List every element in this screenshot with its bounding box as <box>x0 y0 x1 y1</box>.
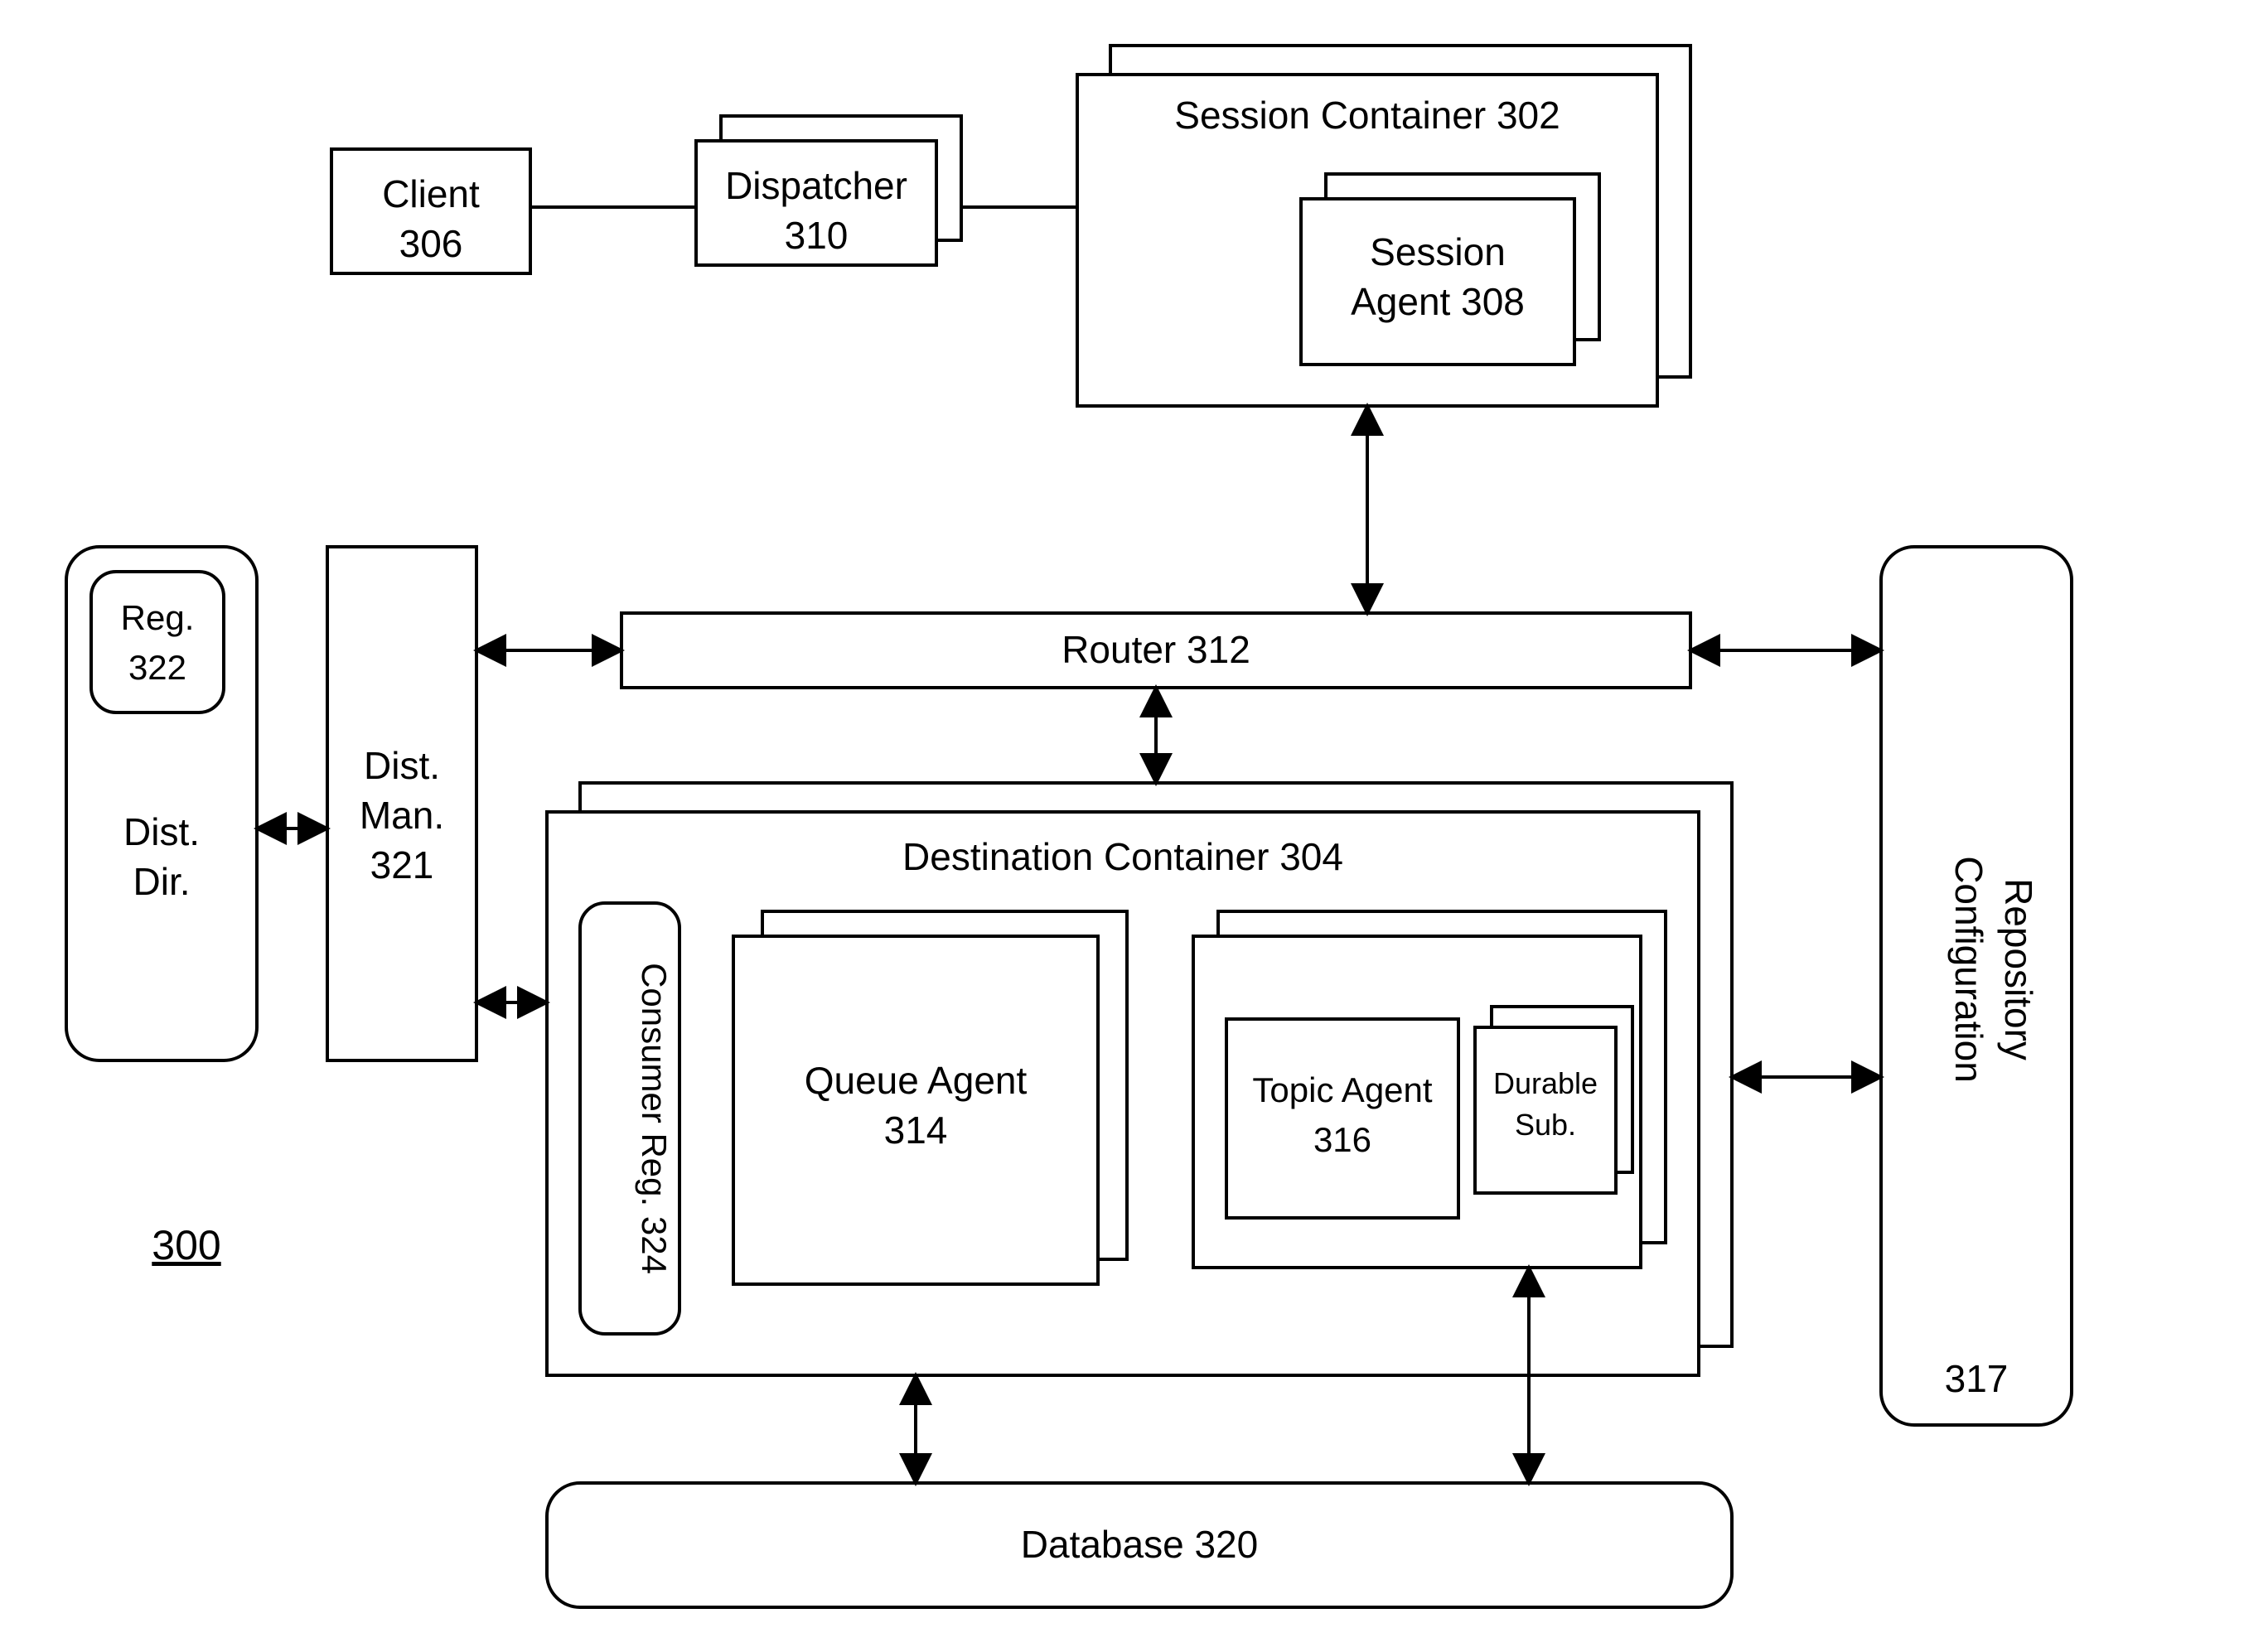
router-label: Router 312 <box>1062 628 1250 671</box>
durable-sub-label2: Sub. <box>1515 1108 1576 1142</box>
session-container-label: Session Container 302 <box>1174 94 1560 137</box>
dispatcher-label: Dispatcher <box>725 164 907 207</box>
dist-man-label3: 321 <box>370 843 434 886</box>
queue-agent-label1: Queue Agent <box>805 1059 1028 1102</box>
config-repo-label1: Configuration <box>1947 856 1990 1083</box>
session-agent-label2: Agent 308 <box>1351 280 1525 323</box>
reg-label2: 322 <box>128 648 186 687</box>
dist-man-label1: Dist. <box>364 744 440 787</box>
config-repo-label2: Repository <box>1997 878 2040 1060</box>
reg-box <box>91 572 224 712</box>
dist-dir-label2: Dir. <box>133 860 191 903</box>
config-repo-number: 317 <box>1945 1357 2009 1400</box>
durable-sub-label1: Durable <box>1493 1066 1598 1100</box>
architecture-diagram: Client 306 Dispatcher 310 Session Contai… <box>0 0 2244 1652</box>
topic-agent-box <box>1226 1019 1458 1218</box>
dist-man-label2: Man. <box>360 794 444 837</box>
topic-agent-label1: Topic Agent <box>1252 1070 1432 1109</box>
reg-label1: Reg. <box>121 598 195 637</box>
session-agent-label1: Session <box>1370 230 1506 273</box>
consumer-reg-label: Consumer Reg. 324 <box>635 963 674 1274</box>
dest-container-label: Destination Container 304 <box>902 835 1343 878</box>
dispatcher-number: 310 <box>785 214 849 257</box>
topic-agent-label2: 316 <box>1313 1120 1371 1159</box>
client-label: Client <box>382 172 480 215</box>
database-label: Database 320 <box>1021 1523 1258 1566</box>
dist-dir-label1: Dist. <box>123 810 200 853</box>
figure-number: 300 <box>152 1222 220 1268</box>
client-number: 306 <box>399 222 463 265</box>
queue-agent-label2: 314 <box>884 1109 948 1152</box>
